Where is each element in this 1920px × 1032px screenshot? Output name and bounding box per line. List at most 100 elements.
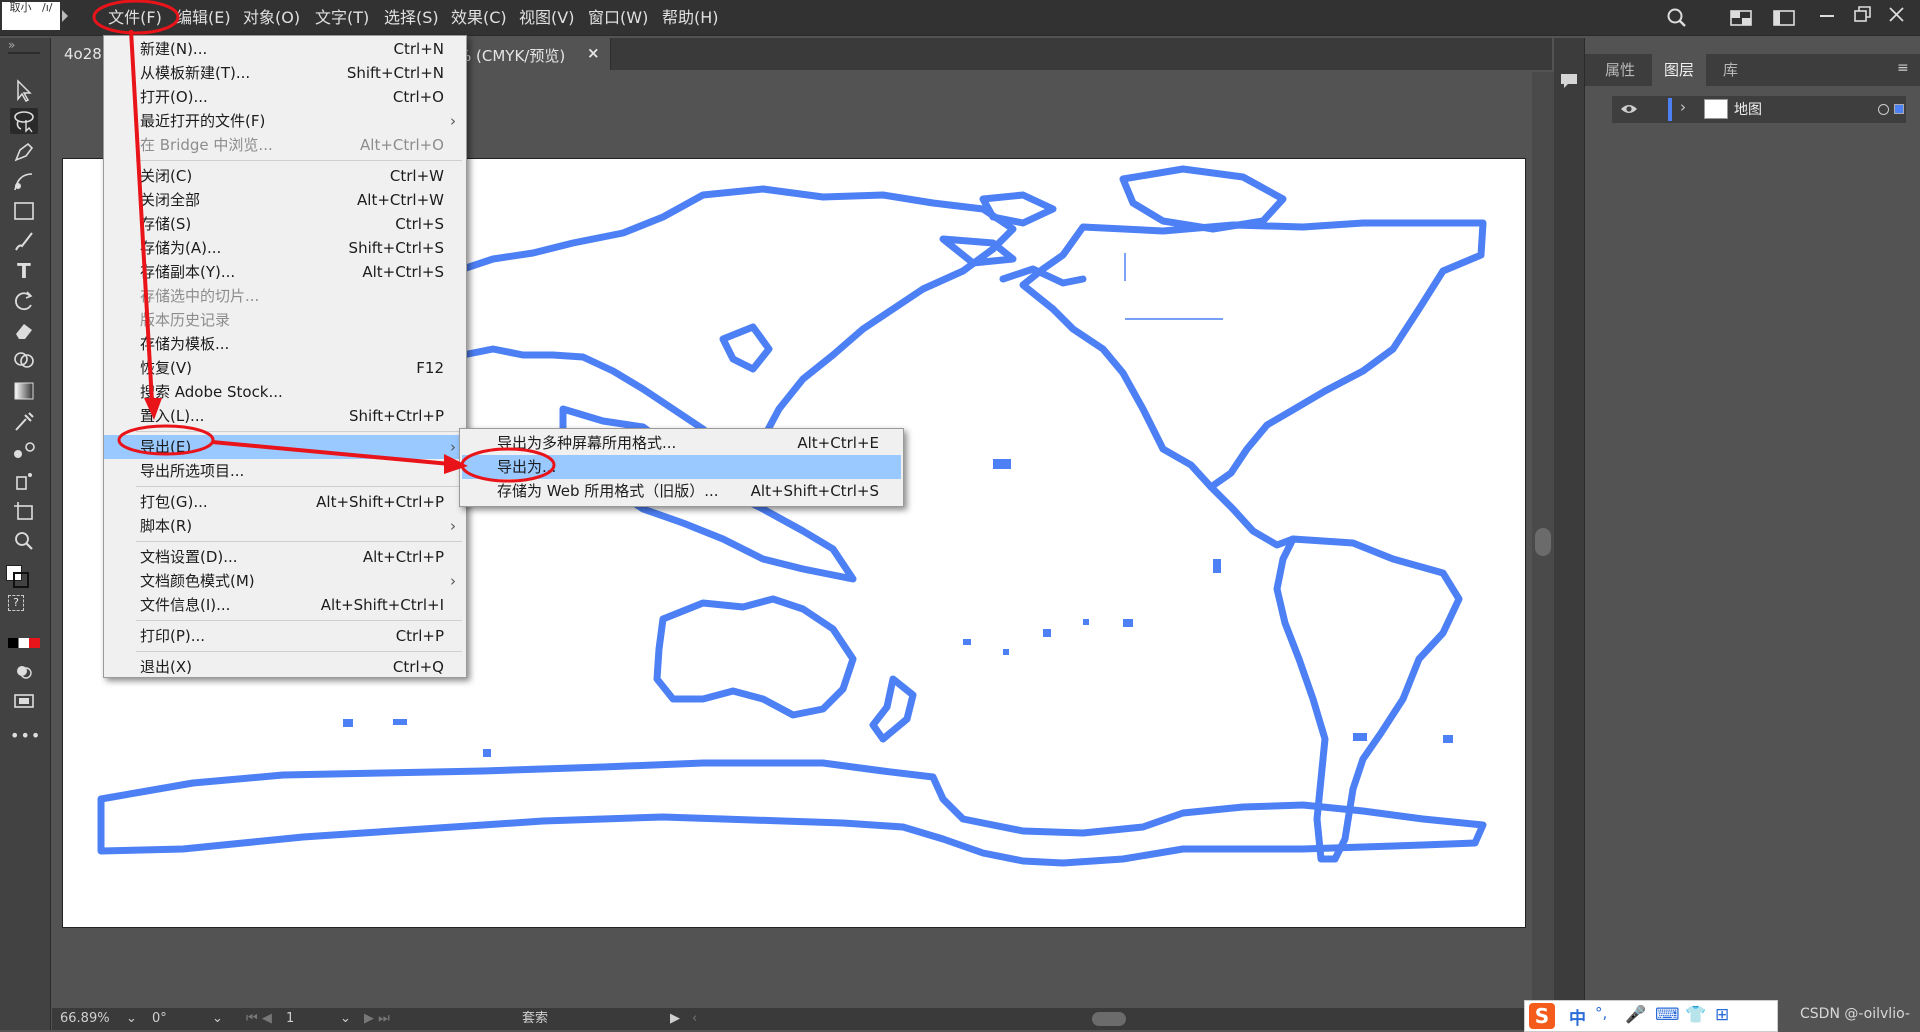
file-menu-item[interactable]: 导出(E) › xyxy=(104,435,466,459)
tab-properties[interactable]: 属性 xyxy=(1593,54,1647,86)
menu-separator xyxy=(136,160,462,161)
microphone-icon[interactable]: 🎤 xyxy=(1625,1005,1646,1025)
horizontal-scrollbar-thumb[interactable] xyxy=(1092,1012,1126,1026)
file-menu-item[interactable]: 脚本(R) › xyxy=(104,514,466,538)
file-menu-item[interactable]: 恢复(V) F12 xyxy=(104,356,466,380)
more-tools-icon[interactable]: ••• xyxy=(10,723,40,749)
zoom-dropdown-icon[interactable]: ⌄ xyxy=(126,1008,137,1030)
chevron-right-icon[interactable]: › xyxy=(1680,98,1686,116)
menu-edit[interactable]: 编辑(E) xyxy=(176,0,231,35)
file-menu-item[interactable]: 存储(S) Ctrl+S xyxy=(104,212,466,236)
logo-dropdown-icon[interactable] xyxy=(62,10,68,22)
menu-item-label: 打包(G)... xyxy=(140,493,208,511)
curvature-tool-icon[interactable] xyxy=(10,168,38,194)
tab-libraries[interactable]: 库 xyxy=(1711,54,1750,86)
menu-effect[interactable]: 效果(C) xyxy=(451,0,507,35)
save-for-web-item[interactable]: 存储为 Web 所用格式（旧版）... Alt+Shift+Ctrl+S xyxy=(462,479,901,503)
rotate-tool-icon[interactable] xyxy=(10,288,38,314)
visibility-eye-icon[interactable] xyxy=(1620,102,1638,116)
file-menu-item[interactable]: 打开(O)... Ctrl+O xyxy=(104,85,466,109)
toolbar-grip[interactable] xyxy=(8,52,40,54)
vertical-scrollbar-thumb[interactable] xyxy=(1535,528,1551,556)
first-artboard-icon[interactable]: ⏮ ◀ xyxy=(246,1008,272,1030)
layer-target-icon[interactable] xyxy=(1878,104,1889,115)
sogou-logo-icon[interactable]: S xyxy=(1529,1003,1555,1029)
rectangle-tool-icon[interactable] xyxy=(10,198,38,224)
layer-selection-indicator[interactable] xyxy=(1894,104,1904,114)
rotation-value[interactable]: 0° xyxy=(152,1008,167,1030)
pen-tool-icon[interactable] xyxy=(10,138,38,164)
next-artboard-icon[interactable]: ▶ ⏭ xyxy=(364,1008,390,1030)
rotation-dropdown-icon[interactable]: ⌄ xyxy=(212,1008,223,1030)
file-menu-item[interactable]: 打包(G)... Alt+Shift+Ctrl+P xyxy=(104,490,466,514)
tab-layers[interactable]: 图层 xyxy=(1652,54,1707,86)
menu-select[interactable]: 选择(S) xyxy=(384,0,439,35)
file-menu-item[interactable]: 文档设置(D)... Alt+Ctrl+P xyxy=(104,545,466,569)
menu-file[interactable]: 文件(F) xyxy=(100,0,170,35)
status-menu-icon[interactable]: ▶ xyxy=(670,1008,680,1030)
type-tool-icon[interactable]: T xyxy=(10,258,38,284)
screen-mode-icon[interactable] xyxy=(10,688,38,714)
close-icon[interactable] xyxy=(1886,5,1908,25)
menu-item-shortcut: Alt+Ctrl+O xyxy=(360,136,444,154)
document-tab-close-icon[interactable]: × xyxy=(587,44,600,62)
file-menu-item[interactable]: 存储为(A)... Shift+Ctrl+S xyxy=(104,236,466,260)
file-menu-item[interactable]: 文档颜色模式(M) › xyxy=(104,569,466,593)
export-as-item[interactable]: 导出为... xyxy=(462,455,901,479)
file-menu-item[interactable]: 存储为模板... xyxy=(104,332,466,356)
panel-menu-icon[interactable]: ≡ xyxy=(1897,60,1909,76)
layer-row[interactable]: › 地图 xyxy=(1612,96,1906,123)
arrange-documents-icon[interactable] xyxy=(1773,8,1795,28)
restore-icon[interactable] xyxy=(1852,5,1874,25)
ime-punctuation[interactable]: °, xyxy=(1595,1004,1607,1022)
skin-icon[interactable]: 👕 xyxy=(1685,1005,1706,1025)
artboard-number[interactable]: 1 xyxy=(286,1008,294,1030)
eyedropper-tool-icon[interactable] xyxy=(10,408,38,434)
selection-tool-icon[interactable] xyxy=(10,78,38,104)
gradient-tool-icon[interactable] xyxy=(10,378,38,404)
menu-object[interactable]: 对象(O) xyxy=(243,0,300,35)
stroke-color-swatch[interactable] xyxy=(13,572,29,588)
file-menu-item[interactable]: 关闭(C) Ctrl+W xyxy=(104,164,466,188)
artboard-tool-icon[interactable] xyxy=(10,498,38,524)
menu-type[interactable]: 文字(T) xyxy=(315,0,369,35)
layer-name[interactable]: 地图 xyxy=(1734,99,1762,119)
file-menu-item[interactable]: 搜索 Adobe Stock... xyxy=(104,380,466,404)
file-menu-item[interactable]: 关闭全部 Alt+Ctrl+W xyxy=(104,188,466,212)
shape-builder-tool-icon[interactable] xyxy=(10,348,38,374)
zoom-level[interactable]: 66.89% xyxy=(60,1008,110,1030)
file-menu-item[interactable]: 置入(L)... Shift+Ctrl+P xyxy=(104,404,466,428)
zoom-tool-icon[interactable] xyxy=(10,528,38,554)
file-menu-item[interactable]: 存储副本(Y)... Alt+Ctrl+S xyxy=(104,260,466,284)
drawing-modes-icon[interactable] xyxy=(10,658,38,684)
workspace-icon[interactable] xyxy=(1730,8,1752,28)
lasso-tool-icon[interactable] xyxy=(10,108,38,134)
toolbox-icon[interactable]: ⊞ xyxy=(1715,1005,1729,1025)
keyboard-icon[interactable]: ⌨ xyxy=(1655,1005,1680,1025)
menu-window[interactable]: 窗口(W) xyxy=(588,0,648,35)
menu-help[interactable]: 帮助(H) xyxy=(662,0,719,35)
comments-icon[interactable] xyxy=(1558,70,1580,92)
help-icon[interactable]: ? xyxy=(8,595,24,611)
file-menu-item[interactable]: 退出(X) Ctrl+Q xyxy=(104,655,466,679)
eraser-tool-icon[interactable] xyxy=(10,318,38,344)
scroll-left-icon[interactable]: ‹ xyxy=(692,1008,697,1030)
search-icon[interactable] xyxy=(1666,8,1688,28)
file-menu-item[interactable]: 最近打开的文件(F) › xyxy=(104,109,466,133)
symbol-sprayer-tool-icon[interactable] xyxy=(10,468,38,494)
file-menu-item[interactable]: 打印(P)... Ctrl+P xyxy=(104,624,466,648)
file-menu-item[interactable]: 新建(N)... Ctrl+N xyxy=(104,37,466,61)
blend-tool-icon[interactable] xyxy=(10,438,38,464)
minimize-icon[interactable] xyxy=(1820,15,1834,17)
export-for-screens-item[interactable]: 导出为多种屏幕所用格式... Alt+Ctrl+E xyxy=(462,431,901,455)
color-mode-buttons[interactable] xyxy=(8,638,40,648)
collapse-toolbar-icon[interactable]: » xyxy=(8,38,15,52)
file-menu-item[interactable]: 导出所选项目... xyxy=(104,459,466,483)
ime-mode[interactable]: 中 xyxy=(1569,1004,1586,1029)
menu-view[interactable]: 视图(V) xyxy=(519,0,574,35)
file-menu-item[interactable]: 文件信息(I)... Alt+Shift+Ctrl+I xyxy=(104,593,466,617)
paintbrush-tool-icon[interactable] xyxy=(10,228,38,254)
file-menu-item[interactable]: 从模板新建(T)... Shift+Ctrl+N xyxy=(104,61,466,85)
artboard-dropdown-icon[interactable]: ⌄ xyxy=(340,1008,351,1030)
menu-item-label: 文件信息(I)... xyxy=(140,596,231,614)
